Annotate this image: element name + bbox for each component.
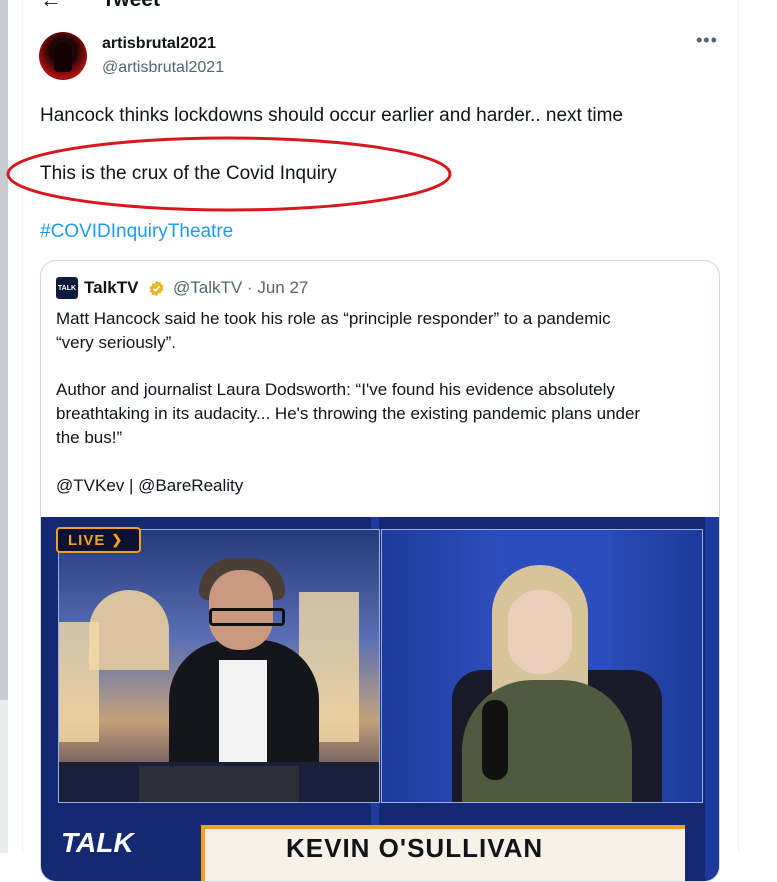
- presenter-video-frame: [58, 529, 380, 803]
- lower-third-banner: TALK KEVIN O'SULLIVAN: [41, 817, 719, 881]
- avatar[interactable]: [39, 32, 87, 80]
- guest-video-frame: [381, 529, 703, 803]
- quoted-text-line: the bus!”: [56, 428, 123, 447]
- quoted-mentions[interactable]: @TVKev | @BareReality: [56, 474, 243, 498]
- quoted-author-name[interactable]: TalkTV: [84, 278, 138, 298]
- arrow-left-icon[interactable]: ←: [40, 0, 62, 11]
- chevron-right-icon: ❯: [111, 532, 124, 547]
- quoted-handle-date[interactable]: @TalkTV · Jun 27: [173, 278, 308, 298]
- page-scrollbar[interactable]: [0, 0, 8, 853]
- talk-channel-logo: TALK: [61, 827, 134, 858]
- verified-badge-icon: [149, 280, 164, 297]
- quoted-tweet-card[interactable]: TALK TalkTV @TalkTV · Jun 27 Matt Hancoc…: [40, 260, 720, 882]
- scrollbar-thumb[interactable]: [0, 0, 8, 700]
- presenter-name: KEVIN O'SULLIVAN: [286, 833, 544, 863]
- column-border-right: [738, 0, 739, 853]
- quoted-text-line: “very seriously”.: [56, 333, 176, 352]
- red-ellipse-annotation: [6, 136, 452, 212]
- author-handle[interactable]: @artisbrutal2021: [102, 59, 224, 77]
- author-display-name[interactable]: artisbrutal2021: [102, 35, 216, 53]
- tweet-text-line-1: Hancock thinks lockdowns should occur ea…: [40, 105, 623, 126]
- column-border-left: [22, 0, 23, 853]
- quoted-text-line: Author and journalist Laura Dodsworth: “…: [56, 380, 615, 399]
- live-badge: LIVE ❯: [56, 527, 142, 553]
- quoted-text-line: Matt Hancock said he took his role as “p…: [56, 309, 611, 328]
- hashtag-link[interactable]: #COVIDInquiryTheatre: [40, 220, 233, 244]
- tweet-header: ← Tweet: [40, 0, 160, 12]
- quoted-text-line: breathtaking in its audacity... He's thr…: [56, 404, 641, 423]
- video-thumbnail[interactable]: LIVE ❯ TALK KEVIN O'SULLIVAN: [41, 517, 719, 881]
- more-options-icon[interactable]: •••: [696, 30, 718, 51]
- talktv-logo: TALK: [56, 277, 78, 299]
- page-title: Tweet: [102, 0, 160, 12]
